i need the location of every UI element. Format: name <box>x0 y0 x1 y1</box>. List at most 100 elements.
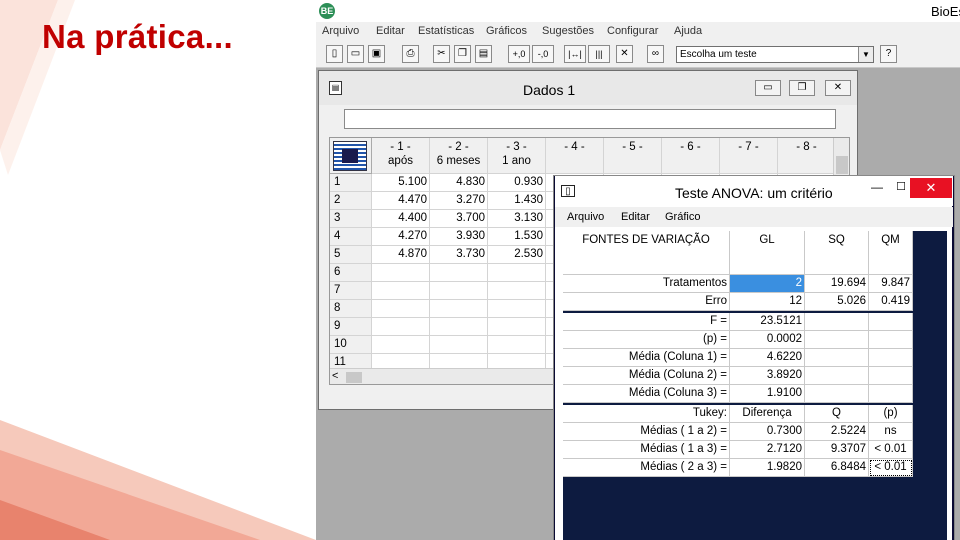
grid-cell[interactable]: 3.270 <box>430 192 488 210</box>
column-header[interactable]: - 1 - após <box>372 138 430 174</box>
table-cell[interactable] <box>805 385 869 403</box>
grid-cell[interactable]: 5.100 <box>372 174 430 192</box>
qm-value[interactable]: 9.847 <box>869 275 913 293</box>
table-cell[interactable] <box>869 367 913 385</box>
tukey-comparison-label[interactable]: Médias ( 1 a 2) = <box>563 423 730 441</box>
dados-close-button[interactable]: ✕ <box>825 80 851 96</box>
grid-cell[interactable]: 2.530 <box>488 246 546 264</box>
anova-close-button[interactable]: ✕ <box>910 178 952 198</box>
tukey-header-q[interactable]: Q <box>805 405 869 423</box>
table-cell[interactable] <box>869 313 913 331</box>
column-header[interactable]: - 6 - <box>662 138 720 174</box>
row-header[interactable]: 5 <box>330 246 372 264</box>
grid-cell[interactable]: 0.930 <box>488 174 546 192</box>
table-cell[interactable] <box>805 349 869 367</box>
table-cell[interactable] <box>805 367 869 385</box>
stat-value[interactable]: 0.0002 <box>730 331 805 349</box>
menu-sugestoes[interactable]: Sugestões <box>542 25 594 37</box>
stat-value[interactable]: 4.6220 <box>730 349 805 367</box>
grid-cell[interactable]: 3.700 <box>430 210 488 228</box>
header-qm[interactable]: QM <box>869 231 913 275</box>
stat-label[interactable]: Média (Coluna 3) = <box>563 385 730 403</box>
grid-vertical-scroll-thumb[interactable] <box>836 156 848 174</box>
table-cell[interactable] <box>869 385 913 403</box>
grid-cell[interactable] <box>372 300 430 318</box>
grid-cell[interactable] <box>430 282 488 300</box>
stat-label[interactable]: F = <box>563 313 730 331</box>
test-select-dropdown[interactable]: Escolha um teste ▼ <box>676 46 874 63</box>
anova-menu-grafico[interactable]: Gráfico <box>665 211 700 223</box>
row-header[interactable]: 9 <box>330 318 372 336</box>
row-header[interactable]: 8 <box>330 300 372 318</box>
grid-cell[interactable] <box>372 264 430 282</box>
row-header[interactable]: 2 <box>330 192 372 210</box>
column-split-icon[interactable]: ||| <box>588 45 610 63</box>
grid-cell[interactable]: 4.470 <box>372 192 430 210</box>
gl-value[interactable]: 2 <box>730 275 805 293</box>
column-header[interactable]: - 5 - <box>604 138 662 174</box>
cell-formula-input[interactable] <box>344 109 836 129</box>
scroll-left-icon[interactable]: < <box>332 370 338 382</box>
help-icon[interactable]: ? <box>880 45 897 63</box>
anova-menu-arquivo[interactable]: Arquivo <box>567 211 604 223</box>
tukey-q[interactable]: 2.5224 <box>805 423 869 441</box>
row-header[interactable]: 4 <box>330 228 372 246</box>
stat-value[interactable]: 23.5121 <box>730 313 805 331</box>
anova-menu-editar[interactable]: Editar <box>621 211 650 223</box>
stat-value[interactable]: 3.8920 <box>730 367 805 385</box>
grid-cell[interactable] <box>430 318 488 336</box>
table-cell[interactable] <box>805 331 869 349</box>
tukey-comparison-label[interactable]: Médias ( 2 a 3) = <box>563 459 730 477</box>
increase-decimal-icon[interactable]: +,0 <box>508 45 530 63</box>
menu-arquivo[interactable]: Arquivo <box>322 25 359 37</box>
grid-cell[interactable] <box>430 264 488 282</box>
table-cell[interactable] <box>805 313 869 331</box>
grid-cell[interactable] <box>488 336 546 354</box>
chevron-down-icon[interactable]: ▼ <box>858 47 873 62</box>
grid-cell[interactable]: 3.930 <box>430 228 488 246</box>
tukey-diferenca[interactable]: 1.9820 <box>730 459 805 477</box>
column-header[interactable]: - 7 - <box>720 138 778 174</box>
dados-restore-button[interactable]: ❐ <box>789 80 815 96</box>
sq-value[interactable]: 19.694 <box>805 275 869 293</box>
source-label[interactable]: Erro <box>563 293 730 311</box>
gl-value[interactable]: 12 <box>730 293 805 311</box>
grid-cell[interactable]: 3.130 <box>488 210 546 228</box>
grid-corner[interactable] <box>330 138 372 174</box>
grid-cell[interactable]: 4.870 <box>372 246 430 264</box>
header-gl[interactable]: GL <box>730 231 805 275</box>
grid-cell[interactable] <box>372 318 430 336</box>
row-header[interactable]: 10 <box>330 336 372 354</box>
row-header[interactable]: 7 <box>330 282 372 300</box>
grid-cell[interactable] <box>372 282 430 300</box>
tukey-diferenca[interactable]: 2.7120 <box>730 441 805 459</box>
open-folder-icon[interactable]: ▭ <box>347 45 364 63</box>
grid-cell[interactable]: 1.530 <box>488 228 546 246</box>
new-file-icon[interactable]: ▯ <box>326 45 343 63</box>
tukey-p[interactable]: < 0.01 <box>869 441 913 459</box>
menu-editar[interactable]: Editar <box>376 25 405 37</box>
menu-configurar[interactable]: Configurar <box>607 25 658 37</box>
decrease-decimal-icon[interactable]: -,0 <box>532 45 554 63</box>
anova-minimize-button[interactable]: — <box>865 178 889 198</box>
tukey-comparison-label[interactable]: Médias ( 1 a 3) = <box>563 441 730 459</box>
column-header[interactable]: - 3 - 1 ano <box>488 138 546 174</box>
delete-icon[interactable]: ✕ <box>616 45 633 63</box>
grid-cell[interactable]: 4.830 <box>430 174 488 192</box>
row-header[interactable]: 1 <box>330 174 372 192</box>
tukey-label[interactable]: Tukey: <box>563 405 730 423</box>
sq-value[interactable]: 5.026 <box>805 293 869 311</box>
stat-label[interactable]: Média (Coluna 2) = <box>563 367 730 385</box>
column-header[interactable]: - 2 - 6 meses <box>430 138 488 174</box>
grid-cell[interactable] <box>430 300 488 318</box>
table-cell[interactable] <box>869 331 913 349</box>
copy-icon[interactable]: ❐ <box>454 45 471 63</box>
print-icon[interactable]: ⎙ <box>402 45 419 63</box>
tukey-header-diferenca[interactable]: Diferença <box>730 405 805 423</box>
menu-ajuda[interactable]: Ajuda <box>674 25 702 37</box>
dados-minimize-button[interactable]: ▭ <box>755 80 781 96</box>
tukey-p[interactable]: < 0.01 <box>869 459 913 477</box>
column-header[interactable]: - 4 - <box>546 138 604 174</box>
column-width-icon[interactable]: |↔| <box>564 45 586 63</box>
header-sq[interactable]: SQ <box>805 231 869 275</box>
